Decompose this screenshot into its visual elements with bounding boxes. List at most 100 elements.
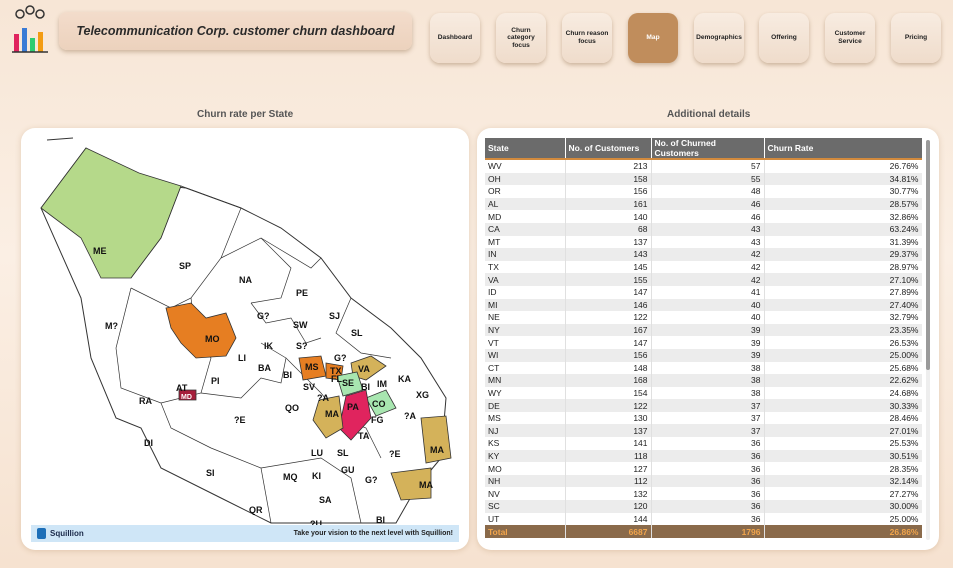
app-logo bbox=[8, 4, 52, 54]
map-region-label: NA bbox=[239, 275, 252, 285]
cell-customers: 144 bbox=[565, 512, 652, 526]
cell-state: NJ bbox=[485, 424, 566, 438]
map-region-label: SP bbox=[179, 261, 191, 271]
table-row[interactable]: VT 147 39 26.53% bbox=[485, 336, 922, 349]
table-row[interactable]: OR 156 48 30.77% bbox=[485, 185, 922, 198]
table-row[interactable]: DE 122 37 30.33% bbox=[485, 399, 922, 412]
table-row[interactable]: WV 213 57 26.76% bbox=[485, 159, 922, 173]
table-row[interactable]: AL 161 46 28.57% bbox=[485, 197, 922, 211]
cell-churned: 37 bbox=[651, 399, 765, 412]
cell-churned: 38 bbox=[651, 374, 765, 387]
cell-churned: 39 bbox=[651, 323, 765, 337]
cell-churn-rate: 26.76% bbox=[764, 159, 922, 173]
map-label-mo: MO bbox=[205, 334, 220, 344]
map-region-label: BI bbox=[376, 515, 385, 525]
churn-map-panel: ME SP NA PE M? SJ G? SW MO SL IK S? LI G… bbox=[21, 128, 469, 550]
cell-churn-rate: 31.39% bbox=[764, 235, 922, 249]
map-region-label: SI bbox=[206, 468, 215, 478]
nav-pricing-button[interactable]: Pricing bbox=[891, 13, 941, 63]
table-row[interactable]: VA 155 42 27.10% bbox=[485, 273, 922, 286]
cell-churned: 39 bbox=[651, 348, 765, 362]
map-region-label: PI bbox=[211, 376, 220, 386]
table-row[interactable]: KY 118 36 30.51% bbox=[485, 449, 922, 463]
table-row[interactable]: KS 141 36 25.53% bbox=[485, 437, 922, 450]
table-scrollbar-thumb[interactable] bbox=[926, 140, 930, 370]
map-region-label: IK bbox=[264, 341, 274, 351]
nav-demographics-button[interactable]: Demographics bbox=[694, 13, 744, 63]
table-row[interactable]: NE 122 40 32.79% bbox=[485, 311, 922, 324]
table-row[interactable]: SC 120 36 30.00% bbox=[485, 500, 922, 513]
table-row[interactable]: CT 148 38 25.68% bbox=[485, 361, 922, 375]
nav-customer-service-button[interactable]: Customer Service bbox=[825, 13, 875, 63]
cell-state: TX bbox=[485, 260, 566, 274]
cell-state: DE bbox=[485, 399, 566, 412]
cell-state: IN bbox=[485, 248, 566, 261]
cell-customers: 122 bbox=[565, 311, 652, 324]
cell-state: WY bbox=[485, 386, 566, 400]
footer-tagline: Take your vision to the next level with … bbox=[293, 530, 453, 537]
table-row[interactable]: MN 168 38 22.62% bbox=[485, 374, 922, 387]
footer-banner: Squillion Take your vision to the next l… bbox=[31, 525, 459, 542]
cell-customers: 167 bbox=[565, 323, 652, 337]
table-row[interactable]: IN 143 42 29.37% bbox=[485, 248, 922, 261]
map-region-label: GU bbox=[341, 465, 355, 475]
column-header-state[interactable]: State bbox=[485, 138, 566, 160]
cell-churned: 46 bbox=[651, 210, 765, 223]
cell-customers: 147 bbox=[565, 285, 652, 299]
table-row[interactable]: MS 130 37 28.46% bbox=[485, 411, 922, 425]
nav-churn-reason-button[interactable]: Churn reason focus bbox=[562, 13, 612, 63]
map-region-label: CO bbox=[372, 399, 386, 409]
table-row[interactable]: CA 68 43 63.24% bbox=[485, 222, 922, 236]
nav-churn-category-button[interactable]: Churn category focus bbox=[496, 13, 546, 63]
cell-customers: 112 bbox=[565, 474, 652, 488]
nav-dashboard-button[interactable]: Dashboard bbox=[430, 13, 480, 63]
table-row[interactable]: NY 167 39 23.35% bbox=[485, 323, 922, 337]
map-region-label: TA bbox=[358, 431, 370, 441]
nav-map-button[interactable]: Map bbox=[628, 13, 678, 63]
map-region-label: KI bbox=[312, 471, 321, 481]
table-row[interactable]: MT 137 43 31.39% bbox=[485, 235, 922, 249]
details-table-wrapper[interactable]: State No. of Customers No. of Churned Cu… bbox=[485, 138, 922, 541]
map-region-label: MQ bbox=[283, 472, 298, 482]
table-row[interactable]: NH 112 36 32.14% bbox=[485, 474, 922, 488]
cell-customers: 213 bbox=[565, 159, 652, 173]
table-total-row: Total 6687 1796 26.86% bbox=[485, 525, 922, 538]
map-region-label: MD bbox=[181, 394, 192, 401]
cell-churned: 39 bbox=[651, 336, 765, 349]
column-header-churned[interactable]: No. of Churned Customers bbox=[651, 138, 765, 160]
table-row[interactable]: ID 147 41 27.89% bbox=[485, 285, 922, 299]
table-row[interactable]: WY 154 38 24.68% bbox=[485, 386, 922, 400]
map-region-label: KA bbox=[398, 374, 411, 384]
table-row[interactable]: MD 140 46 32.86% bbox=[485, 210, 922, 223]
cell-state: KY bbox=[485, 449, 566, 463]
map-region-label: FL bbox=[331, 374, 342, 384]
cell-churn-rate: 23.35% bbox=[764, 323, 922, 337]
table-row[interactable]: MI 146 40 27.40% bbox=[485, 298, 922, 312]
cell-churn-rate: 34.81% bbox=[764, 172, 922, 186]
cell-customers: 132 bbox=[565, 487, 652, 501]
table-row[interactable]: NJ 137 37 27.01% bbox=[485, 424, 922, 438]
map-region-label: MS bbox=[305, 362, 319, 372]
cell-state: MN bbox=[485, 374, 566, 387]
cell-churn-rate: 25.53% bbox=[764, 437, 922, 450]
map-region-label: QR bbox=[249, 505, 263, 515]
table-row[interactable]: UT 144 36 25.00% bbox=[485, 512, 922, 526]
churn-map[interactable]: ME SP NA PE M? SJ G? SW MO SL IK S? LI G… bbox=[21, 128, 469, 529]
table-row[interactable]: OH 158 55 34.81% bbox=[485, 172, 922, 186]
table-row[interactable]: MO 127 36 28.35% bbox=[485, 462, 922, 475]
table-row[interactable]: WI 156 39 25.00% bbox=[485, 348, 922, 362]
cell-customers: 130 bbox=[565, 411, 652, 425]
page-title: Telecommunication Corp. customer churn d… bbox=[59, 12, 412, 50]
table-row[interactable]: NV 132 36 27.27% bbox=[485, 487, 922, 501]
nav-offering-button[interactable]: Offering bbox=[759, 13, 809, 63]
column-header-churn-rate[interactable]: Churn Rate bbox=[764, 138, 922, 160]
column-header-customers[interactable]: No. of Customers bbox=[565, 138, 652, 160]
cell-customers: 118 bbox=[565, 449, 652, 463]
total-customers: 6687 bbox=[565, 525, 652, 538]
cell-churn-rate: 29.37% bbox=[764, 248, 922, 261]
map-region-label: LU bbox=[311, 448, 323, 458]
table-row[interactable]: TX 145 42 28.97% bbox=[485, 260, 922, 274]
map-region-label: LI bbox=[238, 353, 246, 363]
cell-state: UT bbox=[485, 512, 566, 526]
cell-churn-rate: 32.86% bbox=[764, 210, 922, 223]
